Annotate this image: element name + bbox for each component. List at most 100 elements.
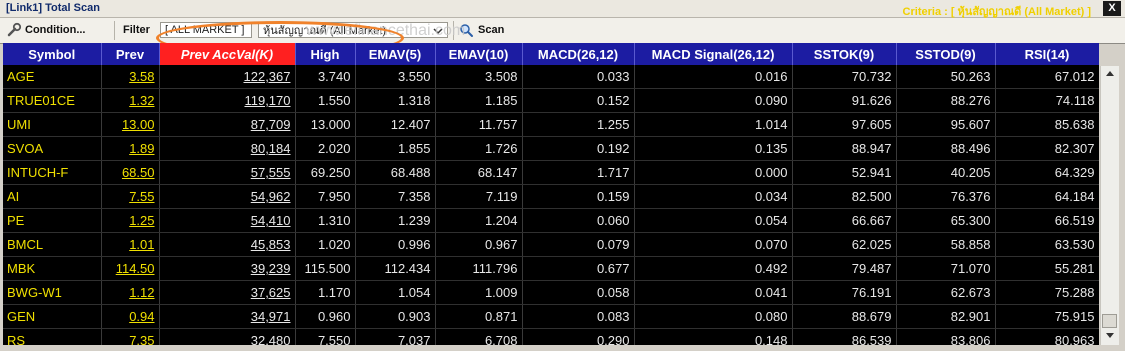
cell-emav10: 1.726 <box>435 136 523 161</box>
cell-high: 1.550 <box>295 88 356 113</box>
cell-prev-accval[interactable]: 80,184 <box>159 136 296 161</box>
column-header-macd-signal[interactable]: MACD Signal(26,12) <box>634 43 793 65</box>
cell-macd-signal: 0.041 <box>634 280 793 305</box>
cell-rsi: 85.638 <box>995 112 1099 137</box>
cell-macd-signal: 0.492 <box>634 256 793 281</box>
table-row[interactable]: BMCL 1.01 45,853 1.020 0.996 0.967 0.079 0.070 6… <box>3 232 1099 257</box>
cell-symbol: INTUCH-F <box>3 160 102 185</box>
cell-high: 3.740 <box>295 65 356 89</box>
cell-prev-accval[interactable]: 54,962 <box>159 184 296 209</box>
cell-macd-signal: 0.070 <box>634 232 793 257</box>
cell-symbol: UMI <box>3 112 102 137</box>
cell-sstod: 88.496 <box>896 136 996 161</box>
market-select[interactable]: [ ALL MARKET ] <box>160 22 252 38</box>
cell-high: 1.310 <box>295 208 356 233</box>
cell-prev[interactable]: 1.25 <box>101 208 160 233</box>
column-header-high[interactable]: High <box>295 43 356 65</box>
cell-prev[interactable]: 1.12 <box>101 280 160 305</box>
column-header-symbol[interactable]: Symbol <box>3 43 102 65</box>
cell-macd: 0.058 <box>522 280 635 305</box>
cell-macd-signal: 0.034 <box>634 184 793 209</box>
cell-emav10: 0.871 <box>435 304 523 329</box>
cell-prev-accval[interactable]: 39,239 <box>159 256 296 281</box>
cell-prev[interactable]: 0.94 <box>101 304 160 329</box>
window-bottom-frame <box>0 345 1125 351</box>
table-row[interactable]: INTUCH-F 68.50 57,555 69.250 68.488 68.147 1.7… <box>3 160 1099 185</box>
cell-prev[interactable]: 1.01 <box>101 232 160 257</box>
condition-label: Condition... <box>25 24 86 36</box>
cell-prev-accval[interactable]: 45,853 <box>159 232 296 257</box>
table-row[interactable]: UMI 13.00 87,709 13.000 12.407 11.757 1.255 1.0… <box>3 112 1099 137</box>
table-row[interactable]: SVOA 1.89 80,184 2.020 1.855 1.726 0.192 0.135 8… <box>3 136 1099 161</box>
column-header-sstok[interactable]: SSTOK(9) <box>792 43 897 65</box>
cell-symbol: TRUE01CE <box>3 88 102 113</box>
scroll-thumb[interactable] <box>1102 314 1117 328</box>
cell-prev[interactable]: 7.55 <box>101 184 160 209</box>
column-header-macd[interactable]: MACD(26,12) <box>522 43 635 65</box>
table-row[interactable]: MBK 114.50 39,239 115.500 112.434 111.796 0.67… <box>3 256 1099 281</box>
cell-emav10: 0.967 <box>435 232 523 257</box>
scroll-down-icon[interactable] <box>1106 333 1114 338</box>
cell-prev-accval[interactable]: 32,480 <box>159 328 296 345</box>
column-header-rsi[interactable]: RSI(14) <box>995 43 1099 65</box>
cell-macd: 0.159 <box>522 184 635 209</box>
cell-emav5: 0.903 <box>355 304 436 329</box>
scroll-up-icon[interactable] <box>1106 71 1114 76</box>
table-row[interactable]: BWG-W1 1.12 37,625 1.170 1.054 1.009 0.058 0.04… <box>3 280 1099 305</box>
cell-prev[interactable]: 1.32 <box>101 88 160 113</box>
table-header: Symbol Prev Prev AccVal(K) High EMAV(5) … <box>3 43 1099 65</box>
cell-sstod: 65.300 <box>896 208 996 233</box>
cell-symbol: RS <box>3 328 102 345</box>
column-header-emav10[interactable]: EMAV(10) <box>435 43 523 65</box>
cell-prev-accval[interactable]: 122,367 <box>159 65 296 89</box>
cell-prev[interactable]: 7.35 <box>101 328 160 345</box>
column-header-prev[interactable]: Prev <box>101 43 160 65</box>
cell-prev-accval[interactable]: 54,410 <box>159 208 296 233</box>
cell-prev[interactable]: 1.89 <box>101 136 160 161</box>
cell-macd: 0.192 <box>522 136 635 161</box>
cell-emav10: 68.147 <box>435 160 523 185</box>
market-value: [ ALL MARKET ] <box>165 24 245 36</box>
cell-macd: 1.255 <box>522 112 635 137</box>
column-header-emav5[interactable]: EMAV(5) <box>355 43 436 65</box>
cell-sstok: 82.500 <box>792 184 897 209</box>
cell-emav10: 111.796 <box>435 256 523 281</box>
table-row[interactable]: PE 1.25 54,410 1.310 1.239 1.204 0.060 0.054 66.… <box>3 208 1099 233</box>
cell-prev-accval[interactable]: 87,709 <box>159 112 296 137</box>
cell-prev-accval[interactable]: 34,971 <box>159 304 296 329</box>
cell-rsi: 55.281 <box>995 256 1099 281</box>
cell-prev-accval[interactable]: 57,555 <box>159 160 296 185</box>
cell-rsi: 64.184 <box>995 184 1099 209</box>
cell-symbol: BMCL <box>3 232 102 257</box>
cell-prev[interactable]: 13.00 <box>101 112 160 137</box>
cell-rsi: 75.915 <box>995 304 1099 329</box>
cell-prev-accval[interactable]: 119,170 <box>159 88 296 113</box>
cell-high: 2.020 <box>295 136 356 161</box>
column-header-sstod[interactable]: SSTOD(9) <box>896 43 996 65</box>
cell-rsi: 64.329 <box>995 160 1099 185</box>
close-button[interactable]: X <box>1103 1 1121 16</box>
cell-prev[interactable]: 68.50 <box>101 160 160 185</box>
cell-macd-signal: 0.135 <box>634 136 793 161</box>
cell-sstod: 62.673 <box>896 280 996 305</box>
cell-prev-accval[interactable]: 37,625 <box>159 280 296 305</box>
cell-symbol: SVOA <box>3 136 102 161</box>
cell-prev[interactable]: 3.58 <box>101 65 160 89</box>
table-row[interactable]: AGE 3.58 122,367 3.740 3.550 3.508 0.033 0.016 7… <box>3 65 1099 89</box>
cell-rsi: 74.118 <box>995 88 1099 113</box>
vertical-scrollbar[interactable] <box>1100 66 1119 345</box>
table-row[interactable]: RS 7.35 32,480 7.550 7.037 6.708 0.290 0.148 86.… <box>3 328 1099 345</box>
table-row[interactable]: GEN 0.94 34,971 0.960 0.903 0.871 0.083 0.080 88… <box>3 304 1099 329</box>
cell-macd: 0.060 <box>522 208 635 233</box>
column-header-prev-accval[interactable]: Prev AccVal(K) <box>159 43 296 65</box>
toolbar-divider <box>114 21 115 40</box>
cell-emav10: 3.508 <box>435 65 523 89</box>
condition-button[interactable]: Condition... <box>6 21 85 39</box>
scan-button[interactable]: Scan <box>459 21 504 39</box>
cell-sstok: 62.025 <box>792 232 897 257</box>
cell-sstod: 76.376 <box>896 184 996 209</box>
table-row[interactable]: AI 7.55 54,962 7.950 7.358 7.119 0.159 0.034 82.… <box>3 184 1099 209</box>
cell-emav5: 68.488 <box>355 160 436 185</box>
table-row[interactable]: TRUE01CE 1.32 119,170 1.550 1.318 1.185 0.152 0… <box>3 88 1099 113</box>
cell-prev[interactable]: 114.50 <box>101 256 160 281</box>
